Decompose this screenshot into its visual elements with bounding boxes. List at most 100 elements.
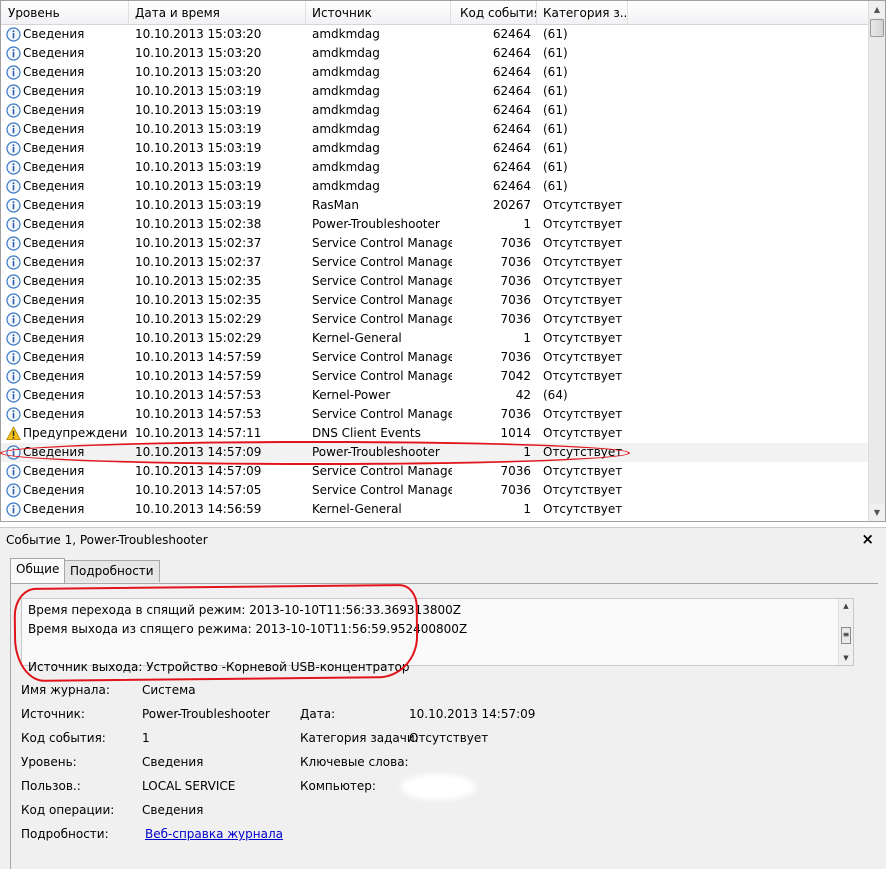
level-cell: Сведения <box>23 502 85 516</box>
level-cell: Сведения <box>23 312 85 326</box>
event-log-help-link[interactable]: Веб-справка журнала <box>145 826 283 842</box>
table-row[interactable]: Сведения 10.10.2013 15:03:20 amdkmdag 62464… <box>1 63 869 82</box>
scroll-thumb[interactable]: ≡ <box>841 627 851 644</box>
column-header-category[interactable]: Категория з... <box>536 1 628 25</box>
table-row[interactable]: Сведения 10.10.2013 15:02:29 Service Contr… <box>1 310 869 329</box>
table-row[interactable]: Сведения 10.10.2013 14:57:09 Service Contr… <box>1 462 869 481</box>
info-icon <box>6 46 21 61</box>
level-cell: Сведения <box>23 236 85 250</box>
table-row[interactable]: Сведения 10.10.2013 14:57:59 Service Contr… <box>1 367 869 386</box>
event-detail-pane: Событие 1, Power-Troubleshooter × Общие … <box>0 527 886 869</box>
column-header-source[interactable]: Источник <box>305 1 451 25</box>
category-cell: Отсутствует <box>543 407 623 421</box>
level-cell: Сведения <box>23 198 85 212</box>
event-code-cell: 7036 <box>500 274 531 288</box>
category-cell: Отсутствует <box>543 293 623 307</box>
scroll-down-arrow-icon[interactable]: ▼ <box>839 651 853 665</box>
source-cell: amdkmdag <box>312 122 380 136</box>
table-row[interactable]: Сведения 10.10.2013 15:02:37 Service Contr… <box>1 234 869 253</box>
event-code-value: 1 <box>142 731 150 745</box>
level-cell: Сведения <box>23 122 85 136</box>
category-cell: (61) <box>543 160 568 174</box>
source-cell: Service Control Manager <box>312 236 452 250</box>
date-value: 10.10.2013 14:57:09 <box>409 707 536 721</box>
table-row[interactable]: Сведения 10.10.2013 15:03:19 amdkmdag 62464… <box>1 139 869 158</box>
table-row[interactable]: Сведения 10.10.2013 14:57:05 Service Contr… <box>1 481 869 500</box>
category-cell: (61) <box>543 103 568 117</box>
level-cell: Сведения <box>23 483 85 497</box>
table-row[interactable]: Сведения 10.10.2013 15:02:35 Service Contr… <box>1 291 869 310</box>
category-cell: (61) <box>543 179 568 193</box>
table-row[interactable]: Сведения 10.10.2013 15:03:20 amdkmdag 62464… <box>1 25 869 44</box>
event-code-cell: 7036 <box>500 293 531 307</box>
level-cell: Сведения <box>23 274 85 288</box>
level-cell: Сведения <box>23 407 85 421</box>
description-scrollbar[interactable]: ▲ ≡ ▼ <box>838 599 853 665</box>
table-row[interactable]: Сведения 10.10.2013 15:03:19 RasMan 20267 От… <box>1 196 869 215</box>
column-header-datetime[interactable]: Дата и время <box>128 1 306 25</box>
datetime-cell: 10.10.2013 14:57:53 <box>135 388 262 402</box>
table-row[interactable]: Сведения 10.10.2013 15:03:19 amdkmdag 62464… <box>1 177 869 196</box>
table-row[interactable]: Сведения 10.10.2013 15:02:38 Power-Trouble… <box>1 215 869 234</box>
datetime-cell: 10.10.2013 15:03:19 <box>135 141 262 155</box>
tab-general[interactable]: Общие <box>10 558 66 583</box>
level-cell: Сведения <box>23 388 85 402</box>
log-name-value: Система <box>142 683 196 697</box>
datetime-cell: 10.10.2013 15:02:29 <box>135 312 262 326</box>
column-header-level[interactable]: Уровень <box>1 1 129 25</box>
level-cell: Сведения <box>23 255 85 269</box>
table-row[interactable]: Сведения 10.10.2013 14:57:53 Kernel-Power 4… <box>1 386 869 405</box>
datetime-cell: 10.10.2013 14:57:53 <box>135 407 262 421</box>
event-code-cell: 62464 <box>492 103 531 117</box>
table-row[interactable]: Сведения 10.10.2013 15:03:19 amdkmdag 62464… <box>1 82 869 101</box>
source-value: Power-Troubleshooter <box>142 707 270 721</box>
datetime-cell: 10.10.2013 15:02:35 <box>135 274 262 288</box>
scroll-thumb[interactable] <box>870 19 884 37</box>
table-row[interactable]: Сведения 10.10.2013 15:03:19 amdkmdag 62464… <box>1 120 869 139</box>
event-code-cell: 7036 <box>500 350 531 364</box>
source-cell: Kernel-General <box>312 502 402 516</box>
user-label: Пользов.: <box>21 779 81 793</box>
info-icon <box>6 502 21 517</box>
detail-title: Событие 1, Power-Troubleshooter <box>6 533 208 547</box>
level-cell: Сведения <box>23 65 85 79</box>
category-cell: (61) <box>543 46 568 60</box>
event-code-cell: 62464 <box>492 122 531 136</box>
event-code-cell: 7036 <box>500 312 531 326</box>
level-cell: Сведения <box>23 464 85 478</box>
table-row[interactable]: Сведения 10.10.2013 15:02:35 Service Contr… <box>1 272 869 291</box>
level-cell: Сведения <box>23 84 85 98</box>
table-row[interactable]: Сведения 10.10.2013 14:56:59 Kernel-Genera… <box>1 500 869 519</box>
task-category-value: Отсутствует <box>409 731 489 745</box>
event-code-cell: 62464 <box>492 65 531 79</box>
column-header-event-code[interactable]: Код события <box>453 1 537 25</box>
category-cell: Отсутствует <box>543 312 623 326</box>
table-row[interactable]: Сведения 10.10.2013 14:57:59 Service Contr… <box>1 348 869 367</box>
source-cell: amdkmdag <box>312 27 380 41</box>
table-row[interactable]: Предупреждение 10.10.2013 14:57:11 DNS Cli… <box>1 424 869 443</box>
event-code-cell: 62464 <box>492 84 531 98</box>
category-cell: Отсутствует <box>543 274 623 288</box>
scroll-up-arrow-icon[interactable]: ▲ <box>869 1 885 18</box>
table-row[interactable]: Сведения 10.10.2013 15:02:37 Service Contr… <box>1 253 869 272</box>
table-row[interactable]: Сведения 10.10.2013 14:57:53 Service Contr… <box>1 405 869 424</box>
info-icon <box>6 255 21 270</box>
list-header: Уровень Дата и время Источник Код событи… <box>1 1 869 25</box>
tab-details[interactable]: Подробности <box>64 560 160 582</box>
event-code-cell: 7042 <box>500 369 531 383</box>
event-code-cell: 7036 <box>500 407 531 421</box>
list-scrollbar[interactable]: ▲ ▼ <box>868 1 885 521</box>
datetime-cell: 10.10.2013 15:03:20 <box>135 27 262 41</box>
level-cell: Сведения <box>23 46 85 60</box>
info-icon <box>6 179 21 194</box>
table-row[interactable]: Сведения 10.10.2013 15:03:19 amdkmdag 62464… <box>1 101 869 120</box>
scroll-up-arrow-icon[interactable]: ▲ <box>839 599 853 613</box>
info-icon <box>6 198 21 213</box>
scroll-down-arrow-icon[interactable]: ▼ <box>869 504 885 521</box>
table-row[interactable]: Сведения 10.10.2013 15:03:20 amdkmdag 62464… <box>1 44 869 63</box>
table-row[interactable]: Сведения 10.10.2013 15:03:19 amdkmdag 62464… <box>1 158 869 177</box>
info-icon <box>6 122 21 137</box>
user-value: LOCAL SERVICE <box>142 779 236 793</box>
close-icon[interactable]: × <box>861 530 874 548</box>
table-row[interactable]: Сведения 10.10.2013 15:02:29 Kernel-Genera… <box>1 329 869 348</box>
